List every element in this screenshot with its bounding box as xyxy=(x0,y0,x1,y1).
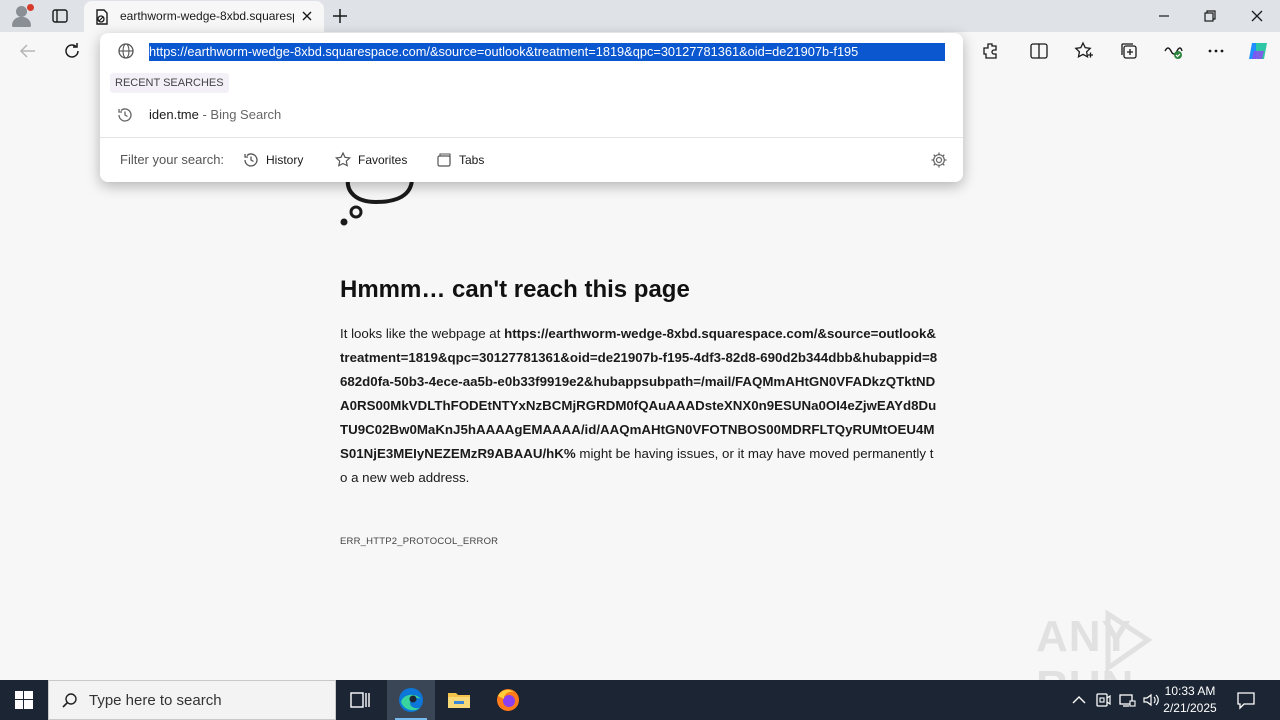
volume-icon[interactable] xyxy=(1141,690,1161,710)
system-clock[interactable]: 10:33 AM 2/21/2025 xyxy=(1160,683,1220,717)
windows-start-icon[interactable] xyxy=(0,680,48,720)
tab-title: earthworm-wedge-8xbd.squarespace.com xyxy=(120,9,294,23)
minimize-icon[interactable] xyxy=(1152,4,1176,28)
tabs-icon xyxy=(437,153,451,167)
refresh-icon[interactable] xyxy=(61,40,83,62)
address-input[interactable]: https://earthworm-wedge-8xbd.squarespace… xyxy=(149,43,945,61)
filter-tabs-button[interactable]: Tabs xyxy=(435,149,495,171)
more-icon[interactable] xyxy=(1205,40,1227,62)
address-bar-dropdown: https://earthworm-wedge-8xbd.squarespace… xyxy=(100,33,963,182)
error-intro: It looks like the webpage at xyxy=(340,326,505,341)
collections-icon[interactable] xyxy=(1118,40,1140,62)
error-title: Hmmm… can't reach this page xyxy=(340,276,690,303)
thought-cloud-icon xyxy=(336,176,426,232)
filter-history-button[interactable]: History xyxy=(242,149,312,171)
split-screen-icon[interactable] xyxy=(1028,40,1050,62)
suggestion-text: iden.tme xyxy=(149,107,199,122)
filter-label: Filter your search: xyxy=(120,152,225,167)
suggestion-engine: - Bing Search xyxy=(198,107,282,122)
taskbar: Type here to search 10:33 AM 2/21/2025 xyxy=(0,680,1280,720)
chevron-up-icon[interactable] xyxy=(1069,690,1089,710)
error-description: It looks like the webpage at https://ear… xyxy=(340,322,938,490)
history-icon xyxy=(244,153,258,167)
history-icon xyxy=(116,106,134,124)
search-icon xyxy=(62,693,77,708)
back-icon[interactable] xyxy=(17,40,39,62)
restore-icon[interactable] xyxy=(1198,4,1222,28)
edge-icon[interactable] xyxy=(387,680,435,720)
tab-active[interactable]: earthworm-wedge-8xbd.squarespace.com xyxy=(84,1,324,32)
page-error-icon xyxy=(94,9,110,25)
star-icon xyxy=(334,151,352,167)
browser-essentials-icon[interactable] xyxy=(1162,40,1184,62)
extensions-icon[interactable] xyxy=(980,40,1002,62)
task-view-icon[interactable] xyxy=(336,680,384,720)
notification-icon[interactable] xyxy=(1234,688,1258,712)
error-url: https://earthworm-wedge-8xbd.squarespace… xyxy=(340,326,938,461)
network-icon[interactable] xyxy=(1117,690,1137,710)
gear-icon[interactable] xyxy=(930,151,948,169)
taskbar-search-input[interactable]: Type here to search xyxy=(48,680,336,720)
file-explorer-icon[interactable] xyxy=(435,680,483,720)
recent-searches-label: RECENT SEARCHES xyxy=(110,73,229,93)
filter-history-label: History xyxy=(266,153,304,167)
plus-icon[interactable] xyxy=(330,6,350,26)
error-code: ERR_HTTP2_PROTOCOL_ERROR xyxy=(340,536,499,547)
title-bar: earthworm-wedge-8xbd.squarespace.com xyxy=(0,0,1280,32)
firefox-icon[interactable] xyxy=(484,680,532,720)
close-icon[interactable] xyxy=(1245,4,1269,28)
taskbar-search-placeholder: Type here to search xyxy=(89,692,222,709)
tab-actions-icon[interactable] xyxy=(50,6,70,26)
divider xyxy=(100,137,963,138)
clock-time: 10:33 AM xyxy=(1164,684,1216,698)
clock-date: 2/21/2025 xyxy=(1163,701,1217,715)
anyrun-watermark: ANY RUN xyxy=(1036,606,1236,711)
globe-icon xyxy=(117,42,135,60)
profile-avatar-icon[interactable] xyxy=(10,4,34,28)
filter-favorites-button[interactable]: Favorites xyxy=(334,149,414,171)
favorites-icon[interactable] xyxy=(1073,40,1095,62)
filter-favorites-label: Favorites xyxy=(358,153,408,167)
suggestion-item[interactable]: iden.tme - Bing Search xyxy=(149,107,281,122)
close-tab-icon[interactable] xyxy=(298,7,316,25)
copilot-icon[interactable] xyxy=(1246,39,1270,63)
meet-now-icon[interactable] xyxy=(1093,690,1113,710)
filter-tabs-label: Tabs xyxy=(459,153,485,167)
